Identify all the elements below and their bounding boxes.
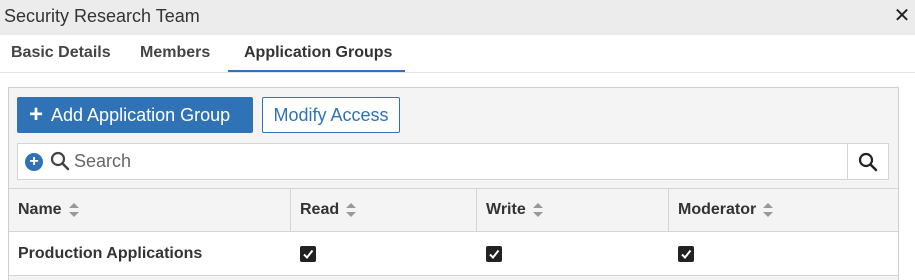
read-cell	[290, 232, 476, 275]
column-label: Name	[18, 201, 62, 218]
moderator-cell	[668, 232, 898, 275]
tab-members[interactable]: Members	[140, 35, 210, 72]
read-checkbox[interactable]	[300, 245, 316, 262]
write-cell	[476, 232, 668, 275]
add-filter-icon[interactable]: +	[25, 153, 43, 171]
search-icon	[50, 151, 70, 171]
application-groups-panel: + Add Application Group Modify Access + …	[8, 87, 899, 280]
search-bar: +	[17, 143, 889, 180]
column-header-name[interactable]: Name	[9, 189, 290, 231]
close-icon[interactable]: ✕	[893, 5, 911, 27]
column-label: Read	[300, 201, 340, 218]
sort-icon	[763, 203, 774, 217]
tab-bar: Basic Details Members Application Groups	[0, 35, 915, 73]
add-application-group-button[interactable]: + Add Application Group	[17, 97, 253, 133]
table-row: Production Applications	[9, 232, 898, 276]
moderator-checkbox[interactable]	[678, 245, 694, 262]
application-groups-table: Name Read Write Moderator Production App…	[9, 188, 898, 276]
search-button[interactable]	[847, 144, 888, 179]
row-name: Production Applications	[18, 244, 203, 262]
column-label: Moderator	[678, 201, 757, 218]
search-icon	[858, 152, 878, 171]
search-input[interactable]	[74, 146, 834, 177]
sort-icon	[532, 203, 543, 217]
table-header: Name Read Write Moderator	[9, 188, 898, 232]
column-label: Write	[486, 201, 526, 218]
write-checkbox[interactable]	[486, 245, 502, 262]
tab-basic-details[interactable]: Basic Details	[11, 35, 111, 72]
add-application-group-label: Add Application Group	[51, 104, 231, 125]
column-header-moderator[interactable]: Moderator	[668, 189, 898, 231]
window-title: Security Research Team	[4, 6, 200, 26]
column-header-write[interactable]: Write	[476, 189, 668, 231]
plus-icon: +	[29, 101, 44, 128]
check-icon	[489, 249, 500, 259]
check-icon	[681, 249, 692, 259]
column-header-read[interactable]: Read	[290, 189, 476, 231]
sort-icon	[68, 203, 79, 217]
check-icon	[303, 249, 314, 259]
title-bar: Security Research Team ✕	[0, 0, 915, 35]
tab-application-groups[interactable]: Application Groups	[228, 35, 405, 72]
modify-access-button[interactable]: Modify Access	[262, 97, 400, 133]
sort-icon	[346, 203, 357, 217]
